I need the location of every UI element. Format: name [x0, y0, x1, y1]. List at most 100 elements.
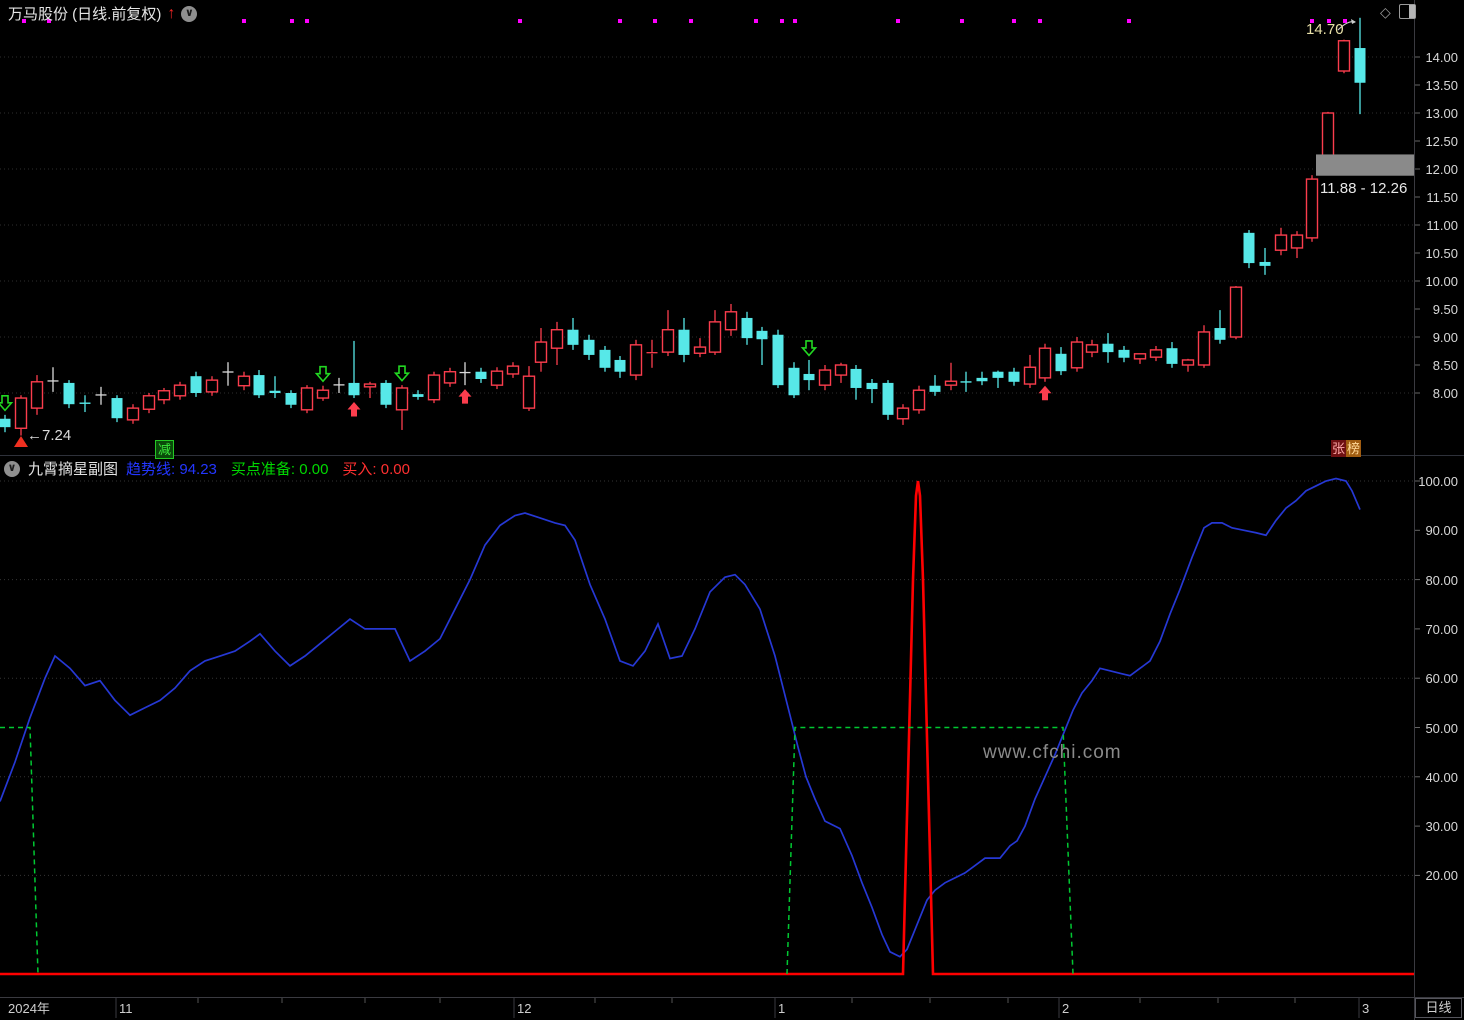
candle — [475, 367, 487, 383]
candle — [459, 362, 471, 386]
indicator-tick-label: 60.00 — [1425, 671, 1458, 687]
candle — [708, 310, 722, 355]
price-range-label: 11.88 - 12.26 — [1320, 179, 1408, 197]
candle — [788, 362, 800, 399]
chart-title-row: 万马股份 (日线.前复权) ↑ ∨ — [8, 3, 198, 24]
trading-app-window: 万马股份 (日线.前复权) ↑ ∨ ◇ ∨ 九霄摘星副图 趋势线: 94.23 买… — [0, 0, 1464, 1020]
candle — [427, 371, 441, 404]
buy-arrow-icon — [347, 402, 361, 417]
diamond-icon[interactable]: ◇ — [1380, 5, 1391, 19]
reduce-badge: 减 — [155, 440, 174, 459]
price-tick-label: 9.50 — [1432, 302, 1458, 317]
candle — [269, 376, 281, 399]
indicator-tick-label: 70.00 — [1425, 621, 1458, 637]
candle — [929, 375, 941, 396]
candle — [976, 371, 988, 386]
candle — [1243, 230, 1255, 269]
candle — [333, 377, 345, 393]
candle — [395, 385, 409, 430]
candle — [693, 338, 707, 358]
candle — [1008, 367, 1020, 386]
event-dot — [689, 19, 693, 23]
sell-arrow-icon — [314, 365, 332, 383]
candle — [1181, 358, 1195, 372]
price-tick-label: 12.50 — [1425, 134, 1458, 149]
event-dot — [653, 19, 657, 23]
candle — [678, 317, 690, 363]
indicator-tick-label: 30.00 — [1425, 819, 1458, 835]
event-dot — [896, 19, 900, 23]
candle — [992, 370, 1004, 388]
collapse-main-icon[interactable]: ∨ — [181, 5, 198, 22]
candle — [1102, 333, 1114, 363]
indicator-tick-label: 90.00 — [1425, 523, 1458, 539]
candle — [443, 367, 457, 387]
candle — [866, 379, 878, 404]
event-dot — [1038, 19, 1042, 23]
buy-arrow-icon — [458, 389, 472, 404]
indicator-tick-label: 80.00 — [1425, 572, 1458, 588]
candle — [834, 362, 848, 383]
candle — [412, 390, 424, 400]
candle — [1229, 286, 1243, 340]
buy-arrow-icon — [1038, 385, 1052, 401]
price-tick-label: 8.50 — [1432, 358, 1458, 373]
event-dot — [754, 19, 758, 23]
candle — [63, 380, 75, 409]
sell-arrow-icon — [0, 395, 14, 412]
chart-canvas[interactable] — [0, 0, 1464, 1020]
candle — [0, 414, 11, 433]
candle — [363, 381, 377, 399]
time-tick-label: 12 — [517, 1001, 532, 1016]
price-tick-label: 9.00 — [1432, 330, 1458, 345]
candle — [882, 380, 894, 420]
time-tick-label: 3 — [1362, 1001, 1370, 1016]
event-dot — [1127, 19, 1131, 23]
candle — [300, 385, 314, 414]
candle — [253, 370, 265, 399]
time-tick-label: 11 — [119, 1001, 133, 1016]
candle — [1274, 227, 1288, 256]
candle — [567, 317, 579, 350]
trend-up-arrow-icon[interactable]: ↑ — [167, 5, 175, 22]
candle — [1337, 39, 1351, 74]
collapse-sub-icon[interactable]: ∨ — [4, 460, 20, 477]
candle — [896, 404, 910, 425]
candle — [1133, 353, 1147, 364]
watermark: www.cfchi.com — [983, 742, 1122, 763]
candle — [1118, 345, 1130, 363]
subchart-header: ∨ 九霄摘星副图 趋势线: 94.23 买点准备: 0.00 买入: 0.00 — [4, 458, 410, 479]
candle — [583, 334, 595, 360]
board-badge-char: 张 — [1331, 440, 1346, 457]
price-tick-label: 11.50 — [1426, 190, 1458, 205]
candle — [646, 339, 658, 368]
event-dot — [305, 19, 309, 23]
candle — [79, 395, 91, 413]
toolbar-icons: ◇ — [1380, 4, 1416, 19]
candle — [1085, 339, 1099, 358]
yaxis-separator — [1414, 0, 1415, 1020]
candle — [1321, 111, 1335, 161]
panel-separator — [0, 455, 1464, 456]
candle — [1305, 175, 1319, 242]
board-badge-char: 榜 — [1346, 440, 1361, 457]
series-趋势线 — [0, 477, 1361, 958]
candle — [30, 375, 44, 415]
indicator-values: 趋势线: 94.23 买点准备: 0.00 买入: 0.00 — [126, 458, 410, 479]
candle — [126, 404, 140, 424]
candle — [912, 385, 926, 414]
event-dot — [793, 19, 797, 23]
candle — [629, 339, 643, 381]
candle — [1038, 343, 1052, 382]
candle — [960, 371, 972, 392]
candle — [850, 365, 862, 400]
candle — [95, 386, 107, 405]
period-selector[interactable]: 日线 — [1415, 998, 1462, 1018]
candle — [1354, 17, 1366, 115]
candle — [944, 362, 958, 391]
price-tick-label: 8.00 — [1432, 386, 1458, 401]
split-panel-icon[interactable] — [1398, 4, 1416, 19]
indicator-field: 买入: 0.00 — [342, 461, 410, 478]
candle — [111, 395, 123, 423]
candle — [1197, 325, 1211, 368]
